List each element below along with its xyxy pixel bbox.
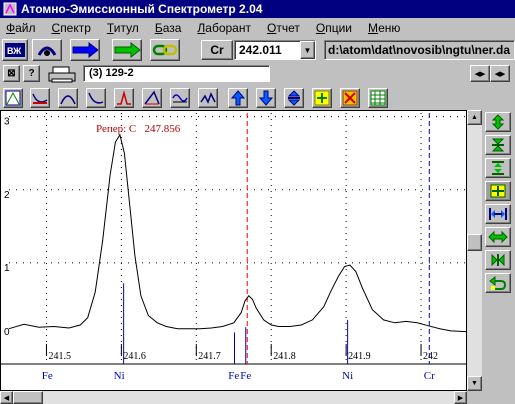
forward-arrow-icon[interactable] bbox=[70, 39, 100, 61]
menu-item-6[interactable]: Опции bbox=[310, 21, 362, 35]
menu-item-3[interactable]: База bbox=[149, 21, 192, 35]
peak-marker-icon[interactable] bbox=[114, 88, 134, 108]
slope-icon[interactable] bbox=[142, 88, 162, 108]
wavelength-value: 242.011 bbox=[239, 43, 282, 57]
sample-name-field[interactable]: (3) 129-2 bbox=[83, 65, 270, 82]
fit-horizontal-icon[interactable] bbox=[485, 204, 511, 224]
scroll-right-icon[interactable]: ▶ bbox=[454, 391, 467, 404]
element-marker-label: Ni bbox=[114, 370, 125, 382]
green-arrow-icon[interactable] bbox=[112, 39, 142, 61]
x-tick-label: 241.7 bbox=[198, 351, 221, 362]
y-tick-label: 3 bbox=[4, 117, 10, 128]
close-icon[interactable]: ⊠ bbox=[3, 65, 20, 82]
element-marker-label: Ni bbox=[342, 370, 353, 382]
zoom-in-vertical-icon[interactable] bbox=[485, 112, 511, 132]
prev-next-left-icon[interactable]: ◀▶ bbox=[470, 65, 490, 82]
x-tick-label: 241.6 bbox=[123, 351, 145, 362]
menu-item-5[interactable]: Отчет bbox=[261, 21, 310, 35]
delete-icon[interactable] bbox=[340, 88, 360, 108]
baseline-left-icon[interactable] bbox=[30, 88, 50, 108]
zoom-out-vertical-icon[interactable] bbox=[485, 135, 511, 155]
zoom-out-horizontal-icon[interactable] bbox=[485, 250, 511, 270]
prev-next-right-icon[interactable]: ◀▶ bbox=[490, 65, 510, 82]
arrow-down-icon[interactable] bbox=[256, 88, 276, 108]
scroll-thumb[interactable] bbox=[467, 234, 482, 251]
reference-annotation: Репер: С 247.856 bbox=[96, 123, 181, 135]
menu-item-0[interactable]: Файл bbox=[0, 21, 46, 35]
double-peak-icon[interactable] bbox=[198, 88, 218, 108]
add-icon[interactable] bbox=[312, 88, 332, 108]
scroll-down-icon[interactable]: ▼ bbox=[467, 376, 482, 391]
wave-icon[interactable] bbox=[170, 88, 190, 108]
horizontal-scrollbar[interactable]: ◀ ▶ bbox=[0, 391, 467, 404]
valley-icon[interactable] bbox=[86, 88, 106, 108]
undo-icon[interactable] bbox=[485, 273, 511, 293]
scroll-up-icon[interactable]: ▲ bbox=[467, 110, 482, 125]
element-marker-label: Fe bbox=[42, 370, 53, 382]
element-label[interactable]: Cr bbox=[201, 40, 233, 60]
vertical-scrollbar[interactable]: ▲ ▼ bbox=[467, 110, 482, 391]
spectrum-curve bbox=[8, 133, 467, 333]
spectrum-scan-button[interactable] bbox=[32, 39, 62, 61]
menu-item-1[interactable]: Спектр bbox=[46, 21, 101, 35]
app-icon bbox=[3, 2, 17, 16]
wavelength-select[interactable]: 242.011 ▼ bbox=[234, 40, 316, 60]
zoom-in-horizontal-icon[interactable] bbox=[485, 227, 511, 247]
spectrum-plot[interactable]: 0 1 2 3 241.5 241.6 241.7 241.8 241.9 242 Fe Ni Fe Fe… bbox=[0, 110, 467, 391]
arrow-up-icon[interactable] bbox=[228, 88, 248, 108]
peak-icon[interactable] bbox=[58, 88, 78, 108]
help-icon[interactable]: ? bbox=[23, 65, 40, 82]
zoom-toolbar bbox=[482, 110, 515, 404]
expand-vertical-icon[interactable] bbox=[284, 88, 304, 108]
y-tick-label: 1 bbox=[4, 263, 10, 274]
x-tick-label: 241.5 bbox=[48, 351, 71, 362]
x-tick-label: 241.9 bbox=[348, 351, 371, 362]
x-tick-label: 242 bbox=[423, 351, 438, 362]
link-chain-icon[interactable] bbox=[150, 39, 180, 61]
graph-toolbar bbox=[0, 86, 515, 110]
window-title: Атомно-Эмиссионный Спектрометр 2.04 bbox=[21, 2, 263, 16]
svg-text:ВЖ: ВЖ bbox=[7, 46, 22, 56]
file-path-field[interactable]: d:\atom\dat\novosib\ngtu\ner.da bbox=[324, 40, 515, 60]
element-marker-label: Fe bbox=[240, 370, 251, 382]
printer-icon[interactable] bbox=[46, 64, 78, 84]
curve-icon[interactable] bbox=[3, 88, 23, 108]
spectrum-chart[interactable]: 0123241.5 241.6 241.7 241.8 241.9 242Fe Ni Fe Fe… bbox=[1, 111, 467, 390]
element-marker-label: Fe bbox=[228, 370, 239, 382]
x-tick-label: 241.8 bbox=[273, 351, 296, 362]
logo-button[interactable]: ВЖ bbox=[2, 39, 28, 61]
hscroll-thumb[interactable] bbox=[13, 391, 43, 404]
fit-all-icon[interactable] bbox=[485, 181, 511, 201]
menu-bar: Файл Спектр Титул База Лаборант Отчет Опции Мен… bbox=[0, 18, 515, 37]
table-icon[interactable] bbox=[368, 88, 388, 108]
chevron-down-icon[interactable]: ▼ bbox=[300, 41, 315, 59]
element-marker-label: Cr bbox=[424, 370, 435, 382]
fit-vertical-icon[interactable] bbox=[485, 158, 511, 178]
title-bar: Атомно-Эмиссионный Спектрометр 2.04 bbox=[0, 0, 515, 18]
scroll-left-icon[interactable]: ◀ bbox=[0, 391, 13, 404]
sample-navigation: ◀▶ ◀▶ bbox=[470, 65, 510, 82]
y-tick-label: 2 bbox=[4, 190, 10, 201]
menu-item-2[interactable]: Титул bbox=[101, 21, 149, 35]
menu-item-4[interactable]: Лаборант bbox=[191, 21, 261, 35]
menu-item-7[interactable]: Меню bbox=[362, 21, 410, 35]
